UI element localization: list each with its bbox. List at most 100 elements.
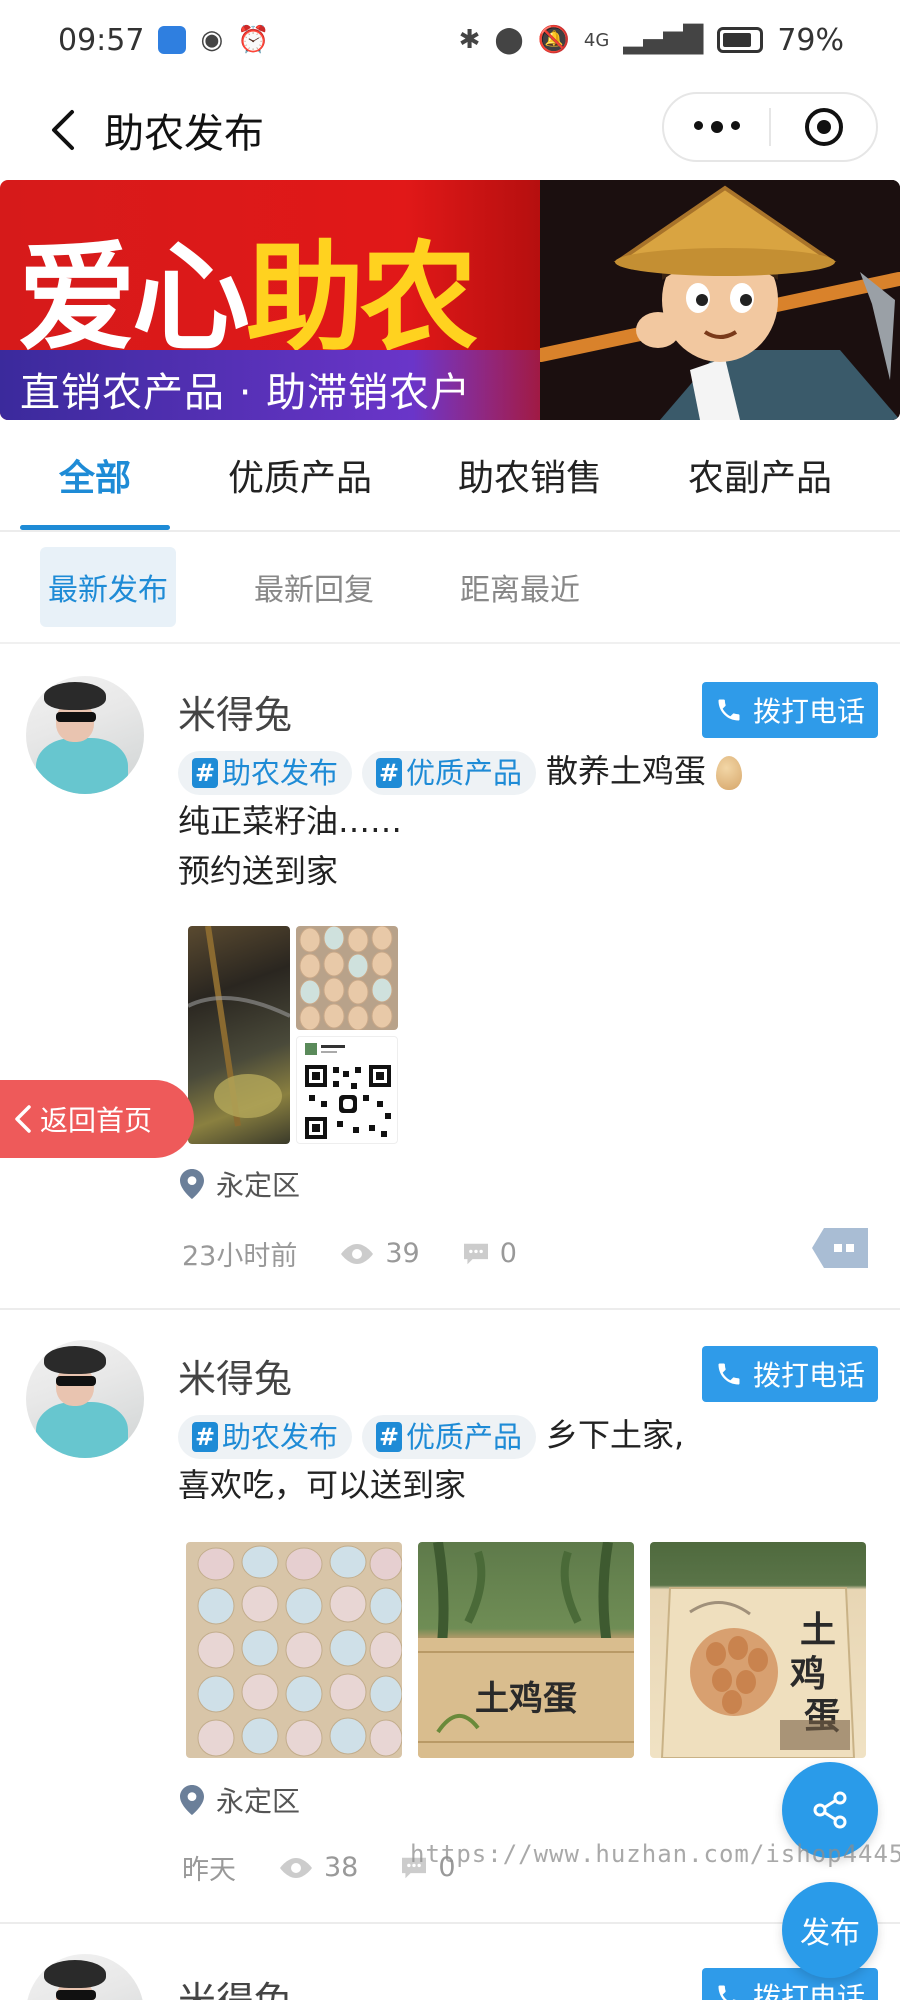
back-button[interactable] bbox=[28, 100, 98, 160]
sort-newest[interactable]: 最新发布 bbox=[40, 547, 176, 627]
tab-quality-products[interactable]: 优质产品 bbox=[170, 420, 430, 530]
location-pin-icon bbox=[180, 1785, 204, 1815]
more-menu-icon[interactable] bbox=[664, 121, 769, 133]
sort-nearest[interactable]: 距离最近 bbox=[452, 547, 588, 627]
comment-count[interactable]: 0 bbox=[460, 1238, 517, 1269]
call-button-label: 拨打电话 bbox=[752, 1981, 865, 2000]
miniapp-capsule bbox=[662, 92, 878, 162]
phone-icon bbox=[718, 1363, 740, 1385]
topic-tag[interactable]: # 优质产品 bbox=[362, 751, 537, 795]
promo-banner[interactable]: 爱心助农 直销农产品 · 助滞销农户 bbox=[0, 180, 900, 420]
tab-farm-sales[interactable]: 助农销售 bbox=[430, 420, 630, 530]
post-text: 纯正菜籽油…… bbox=[178, 802, 403, 840]
post-image-egg-basket[interactable]: 土鸡蛋 bbox=[418, 1542, 634, 1758]
hash-icon: # bbox=[376, 1422, 403, 1452]
chevron-left-icon bbox=[15, 1105, 31, 1133]
username[interactable]: 米得兔 bbox=[178, 684, 292, 739]
post-image-collage[interactable] bbox=[188, 926, 398, 1144]
comment-icon bbox=[463, 1243, 488, 1264]
avatar[interactable] bbox=[26, 676, 144, 794]
username[interactable]: 米得兔 bbox=[178, 1348, 292, 1403]
chevron-left-icon bbox=[52, 110, 74, 150]
post-meta: 23小时前 39 0 bbox=[182, 1234, 557, 1273]
avatar[interactable] bbox=[26, 1954, 144, 2000]
eye-icon bbox=[341, 1243, 374, 1264]
tab-agri-products[interactable]: 农副产品 bbox=[630, 420, 890, 530]
battery-percent: 79% bbox=[777, 22, 844, 58]
banner-title: 爱心助农 bbox=[18, 202, 478, 373]
call-button-label: 拨打电话 bbox=[752, 1359, 865, 1392]
topic-tag-label: 助农发布 bbox=[222, 1420, 339, 1454]
location: 永定区 bbox=[180, 1780, 300, 1820]
post-image-egg-box[interactable]: 土鸡蛋 bbox=[650, 1542, 866, 1758]
sort-options: 最新发布 最新回复 距离最近 bbox=[0, 532, 900, 644]
publish-label: 发布 bbox=[800, 1916, 860, 1951]
post-time: 23小时前 bbox=[182, 1234, 297, 1273]
back-home-label: 返回首页 bbox=[40, 1104, 153, 1137]
post-time: 昨天 bbox=[182, 1848, 236, 1887]
post-text: 喜欢吃，可以送到家 bbox=[178, 1466, 467, 1504]
location-label: 永定区 bbox=[216, 1785, 301, 1818]
topic-tag[interactable]: # 优质产品 bbox=[362, 1415, 537, 1459]
qr-code-image bbox=[296, 1036, 398, 1144]
signal-label: 4G bbox=[583, 29, 610, 51]
page-title: 助农发布 bbox=[104, 111, 264, 157]
signal-icon: ▂▄▆█ bbox=[623, 25, 704, 55]
more-options-icon[interactable] bbox=[812, 1228, 868, 1268]
call-button-label: 拨打电话 bbox=[752, 695, 865, 728]
banner-title-part-1: 爱 bbox=[18, 228, 136, 367]
banner-title-part-2: 心 bbox=[132, 228, 250, 367]
banner-subtitle: 直销农产品 · 助滞销农户 bbox=[20, 370, 472, 416]
status-left: 09:57 ◉ ⏰ bbox=[58, 23, 270, 58]
egg-icon bbox=[716, 756, 743, 790]
status-time: 09:57 bbox=[58, 22, 145, 58]
nav-bar: 助农发布 bbox=[0, 80, 900, 180]
topic-tag[interactable]: # 助农发布 bbox=[178, 751, 353, 795]
post-content: # 助农发布 # 优质产品 散养土鸡蛋 纯正菜籽油…… 预约送到家 bbox=[178, 746, 858, 896]
call-button[interactable]: 拨打电话 bbox=[702, 1346, 878, 1402]
category-tabs: 全部 优质产品 助农销售 农副产品 bbox=[0, 420, 900, 532]
phone-icon bbox=[718, 1985, 736, 2000]
back-home-button[interactable]: 返回首页 bbox=[0, 1080, 194, 1158]
share-icon bbox=[813, 1791, 847, 1829]
location-label: 永定区 bbox=[216, 1169, 301, 1202]
post-text: 散养土鸡蛋 bbox=[546, 752, 707, 790]
app-notification-icon bbox=[158, 26, 187, 54]
view-count: 39 bbox=[337, 1238, 420, 1269]
basket-label: 土鸡蛋 bbox=[475, 1679, 577, 1719]
sort-latest-reply[interactable]: 最新回复 bbox=[246, 547, 382, 627]
location-pin-icon bbox=[180, 1169, 204, 1199]
post-image-eggs-tray[interactable] bbox=[186, 1542, 402, 1758]
watermark-text: https://www.huzhan.com/ishop44458 bbox=[410, 1840, 900, 1868]
username[interactable]: 米得兔 bbox=[178, 1970, 292, 2000]
post-card[interactable]: 米得兔 拨打电话 # 助农发布 # 优质产品 乡下土家, 喜欢吃，可以送到家 土… bbox=[0, 1310, 900, 1924]
post-time-label: 昨天 bbox=[182, 1855, 236, 1886]
post-card[interactable]: 米得兔 拨打电话 bbox=[0, 1926, 900, 2000]
view-count-label: 38 bbox=[324, 1852, 359, 1883]
mute-icon: 🔕 bbox=[537, 25, 570, 55]
hash-icon: # bbox=[376, 758, 403, 788]
post-content: # 助农发布 # 优质产品 乡下土家, 喜欢吃，可以送到家 bbox=[178, 1410, 858, 1510]
topic-tag[interactable]: # 助农发布 bbox=[178, 1415, 353, 1459]
close-miniapp-icon[interactable] bbox=[771, 108, 876, 146]
topic-tag-label: 优质产品 bbox=[406, 1420, 523, 1454]
post-card[interactable]: 米得兔 拨打电话 # 助农发布 # 优质产品 散养土鸡蛋 纯正菜籽油…… 预约送到家 bbox=[0, 646, 900, 1310]
location: 永定区 bbox=[180, 1164, 300, 1204]
oil-photo bbox=[188, 926, 290, 1144]
post-image-grid: 土鸡蛋 土鸡蛋 bbox=[186, 1542, 866, 1758]
avatar[interactable] bbox=[26, 1340, 144, 1458]
box-label-2: 鸡 bbox=[790, 1653, 826, 1695]
tab-all[interactable]: 全部 bbox=[20, 420, 170, 530]
banner-title-part-3: 助农 bbox=[246, 228, 478, 367]
eggs-photo bbox=[296, 926, 398, 1030]
hash-icon: # bbox=[192, 758, 218, 788]
post-text: 乡下土家, bbox=[546, 1416, 685, 1454]
bluetooth-icon: ✱ bbox=[458, 25, 481, 55]
view-count-label: 39 bbox=[385, 1238, 420, 1269]
publish-button[interactable]: 发布 bbox=[782, 1882, 878, 1978]
eye-icon: ◉ bbox=[200, 25, 224, 55]
call-button[interactable]: 拨打电话 bbox=[702, 682, 878, 738]
status-bar: 09:57 ◉ ⏰ ✱ ⬤ 🔕 4G ▂▄▆█ 79% bbox=[0, 0, 900, 80]
farmer-illustration bbox=[540, 180, 900, 420]
hash-icon: # bbox=[192, 1422, 218, 1452]
